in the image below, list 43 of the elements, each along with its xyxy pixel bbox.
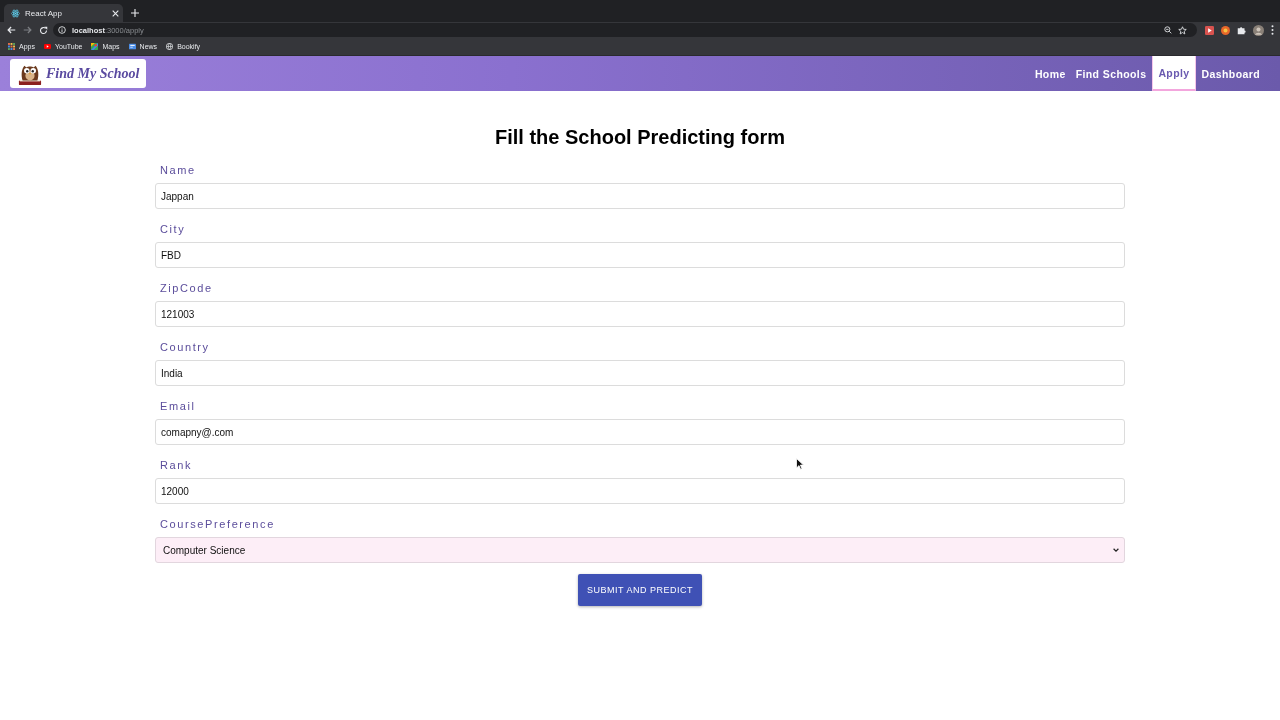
grid-icon <box>8 43 15 50</box>
field-label: Country <box>160 340 210 354</box>
newspaper-icon <box>128 43 136 50</box>
field-label: CoursePreference <box>160 517 275 531</box>
browser-tab[interactable]: React App <box>4 4 123 22</box>
circle-extension-icon[interactable] <box>1221 25 1230 35</box>
nav-link[interactable]: Dashboard <box>1196 56 1265 91</box>
square-extension-icon[interactable] <box>1205 25 1214 35</box>
input-field[interactable]: 12000 <box>155 478 1125 504</box>
puzzle-icon[interactable] <box>1237 25 1246 35</box>
play-button-icon <box>43 43 51 50</box>
form-title: Fill the School Predicting form <box>494 125 786 149</box>
field-label: Name <box>160 163 196 177</box>
field-label: Email <box>160 399 196 413</box>
field-label: ZipCode <box>160 281 213 295</box>
input-field[interactable]: comapny@.com <box>155 419 1125 445</box>
chevron-down-icon <box>1113 548 1119 552</box>
nav-link[interactable]: Home <box>1029 56 1071 91</box>
input-field[interactable]: 121003 <box>155 301 1125 327</box>
input-field[interactable]: India <box>155 360 1125 386</box>
reload-icon[interactable] <box>39 25 48 35</box>
plus-icon[interactable] <box>131 9 139 17</box>
star-icon[interactable] <box>1178 25 1187 35</box>
info-icon <box>58 26 66 34</box>
submit-button[interactable]: SUBMIT AND PREDICT <box>578 574 702 606</box>
map-icon <box>91 43 99 50</box>
atom-icon <box>11 8 20 18</box>
back-arrow-icon[interactable] <box>7 26 16 34</box>
zoom-out-icon[interactable] <box>1164 26 1172 34</box>
close-icon[interactable] <box>112 9 119 17</box>
forward-arrow-icon[interactable] <box>23 26 32 34</box>
field-label: City <box>160 222 186 236</box>
input-field[interactable]: Jappan <box>155 183 1125 209</box>
input-field[interactable]: FBD <box>155 242 1125 268</box>
nav-link[interactable]: Apply <box>1152 56 1196 91</box>
kebab-menu-icon[interactable] <box>1271 25 1274 35</box>
nav-link[interactable]: Find Schools <box>1070 56 1152 91</box>
dropdown-field[interactable]: Computer Science <box>155 537 1125 563</box>
logo[interactable]: Find My School <box>10 59 147 88</box>
globe-icon <box>166 43 174 50</box>
cursor-icon <box>796 458 804 470</box>
field-label: Rank <box>160 458 193 472</box>
avatar-icon[interactable] <box>1253 24 1264 36</box>
